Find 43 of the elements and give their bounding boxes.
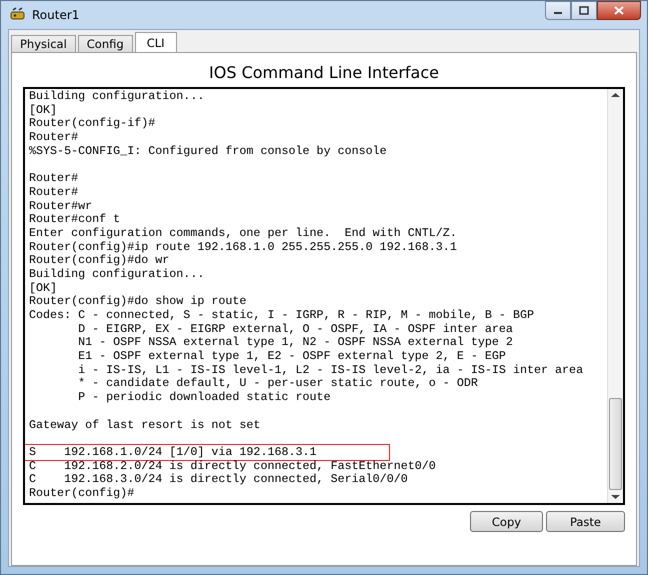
- console-line: Router#: [29, 130, 78, 144]
- console-line: S 192.168.1.0/24 [1/0] via 192.168.3.1: [29, 444, 317, 459]
- console-line: Router(config)#do wr: [29, 253, 170, 268]
- action-button[interactable]: Paste: [546, 511, 625, 532]
- tab[interactable]: Config: [78, 35, 133, 52]
- console-line: Router(config)#: [29, 486, 134, 500]
- scroll-thumb[interactable]: [609, 398, 622, 490]
- console-line: * - candidate default, U - per-user static route, o - ODR: [77, 376, 478, 390]
- console-line: i - IS-IS, L1 - IS-IS level-1, L2 - IS-IS level-2, ia - IS-IS inter area: [77, 362, 584, 377]
- console-line: E1 - OSPF external type 1, E2 - OSPF external type 2, E - EGP: [77, 349, 506, 364]
- console-line: Enter configuration commands, one per line. End with CNTL/Z.: [29, 226, 457, 240]
- console-line: Router#: [29, 171, 78, 186]
- tab[interactable]: Physical: [11, 35, 76, 52]
- scrollbar[interactable]: [607, 89, 623, 503]
- console-line: Router#conf t: [29, 212, 120, 226]
- console-line: Building configuration...: [29, 89, 204, 103]
- close-icon: [614, 6, 624, 15]
- tab[interactable]: CLI: [134, 32, 177, 52]
- maximize-icon: [579, 6, 589, 15]
- console-line: Router(config)#ip route 192.168.1.0 255.255.255.0 192.168.3.1: [29, 240, 457, 254]
- console-line: Router(config)#do show ip route: [29, 294, 246, 308]
- maximize-button[interactable]: [571, 1, 597, 20]
- window-title: Router1: [32, 8, 80, 22]
- console-line: Building configuration...: [29, 266, 204, 281]
- console-line: [OK]: [29, 102, 58, 117]
- console-line: [OK]: [29, 280, 58, 295]
- console-line: Router(config-if)#: [29, 116, 156, 130]
- close-button[interactable]: [597, 1, 641, 20]
- console-line: D - EIGRP, EX - EIGRP external, O - OSPF, IA - OSPF inter area: [77, 322, 513, 336]
- console-line: Router#wr: [29, 198, 92, 212]
- minimize-button[interactable]: [545, 1, 571, 20]
- panel-heading: IOS Command Line Interface: [208, 62, 440, 84]
- console-line: Gateway of last resort is not set: [29, 418, 260, 432]
- scroll-up-icon: [611, 92, 620, 98]
- console-line: C 192.168.3.0/24 is directly connected, Serial0/0/0: [29, 472, 408, 486]
- console-line: Codes: C - connected, S - static, I - IGRP, R - RIP, M - mobile, B - BGP: [29, 308, 534, 322]
- console-line: C 192.168.2.0/24 is directly connected, FastEthernet0/0: [29, 458, 436, 473]
- console-line: P - periodic downloaded static route: [77, 390, 331, 404]
- action-button[interactable]: Copy: [470, 511, 543, 532]
- console-line: %SYS-5-CONFIG_I: Configured from console by console: [29, 144, 387, 158]
- console-line: Router#: [29, 184, 78, 199]
- console-line: N1 - OSPF NSSA external type 1, N2 - OSPF NSSA external type 2: [77, 335, 513, 350]
- scroll-down-icon: [611, 494, 620, 500]
